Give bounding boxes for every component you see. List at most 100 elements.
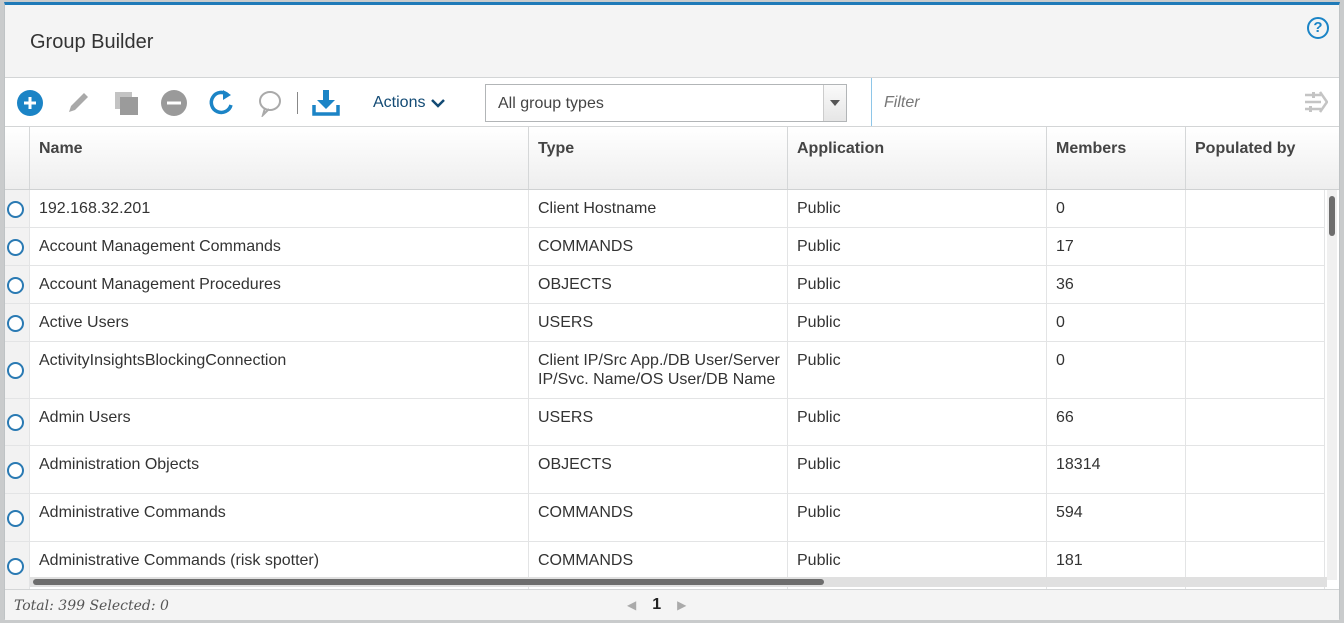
type-text-line: IP/Svc. Name/OS User/DB Name	[538, 371, 776, 388]
toolbar-separator	[297, 92, 298, 114]
type-text-line: Client Hostname	[538, 200, 657, 217]
cell-populated	[1186, 446, 1325, 493]
table-header: Name Type Application Members Populated …	[5, 127, 1339, 190]
table-row[interactable]: 192.168.32.201 Client Hostname Public 0	[5, 190, 1325, 228]
row-select-cell	[5, 342, 30, 398]
cell-application: Public	[788, 266, 1047, 303]
row-select-cell	[5, 494, 30, 541]
row-select-cell	[5, 190, 30, 227]
table-row[interactable]: Active Users USERS Public 0	[5, 304, 1325, 342]
vertical-scrollbar[interactable]	[1327, 190, 1337, 580]
cell-application: Public	[788, 228, 1047, 265]
table-row[interactable]: Account Management Procedures OBJECTS Publ…	[5, 266, 1325, 304]
name-text: Administrative Commands	[39, 504, 226, 521]
row-radio-button[interactable]	[7, 414, 24, 431]
members-text: 0	[1056, 200, 1065, 217]
horizontal-scrollbar[interactable]	[30, 577, 1327, 587]
add-icon[interactable]	[15, 88, 45, 118]
chevron-down-icon	[431, 99, 446, 108]
type-text-line: USERS	[538, 409, 594, 426]
copy-icon[interactable]	[111, 88, 141, 118]
row-radio-button[interactable]	[7, 201, 24, 218]
application-text: Public	[797, 276, 841, 293]
cell-type: USERS	[529, 399, 788, 445]
current-page[interactable]: 1	[652, 596, 661, 614]
cell-populated	[1186, 304, 1325, 341]
download-icon[interactable]	[311, 88, 341, 118]
remove-icon[interactable]	[159, 88, 189, 118]
cell-members: 18314	[1047, 446, 1186, 493]
cell-members: 66	[1047, 399, 1186, 445]
table-row[interactable]: Administration Objects OBJECTS Public 18314	[5, 446, 1325, 494]
name-text: 192.168.32.201	[39, 200, 151, 217]
group-type-select[interactable]: All group types	[485, 84, 847, 122]
column-header-application[interactable]: Application	[788, 127, 1047, 189]
members-text: 18314	[1056, 456, 1101, 473]
cell-members: 36	[1047, 266, 1186, 303]
column-header-populated-by[interactable]: Populated by	[1186, 127, 1339, 189]
actions-menu[interactable]: Actions	[373, 94, 446, 112]
filter-field[interactable]: Filter	[871, 78, 1340, 126]
type-text-line: USERS	[538, 314, 594, 331]
row-radio-button[interactable]	[7, 462, 24, 479]
prev-page-icon[interactable]: ◀	[627, 598, 636, 612]
cell-application: Public	[788, 190, 1047, 227]
cell-type: Client IP/Src App./DB User/Server IP/Svc.…	[529, 342, 788, 398]
cell-application: Public	[788, 399, 1047, 445]
column-header-members[interactable]: Members	[1047, 127, 1186, 189]
groups-table: Name Type Application Members Populated …	[5, 127, 1339, 589]
row-radio-button[interactable]	[7, 362, 24, 379]
edit-icon[interactable]	[63, 88, 93, 118]
type-text-line: COMMANDS	[538, 504, 634, 521]
column-header-type[interactable]: Type	[529, 127, 788, 189]
column-header-name[interactable]: Name	[30, 127, 529, 189]
status-text: Total: 399 Selected: 0	[14, 598, 169, 614]
cell-type: OBJECTS	[529, 446, 788, 493]
row-radio-button[interactable]	[7, 277, 24, 294]
dropdown-arrow-icon[interactable]	[823, 85, 846, 121]
members-text: 36	[1056, 276, 1074, 293]
cell-members: 17	[1047, 228, 1186, 265]
cell-type: USERS	[529, 304, 788, 341]
application-text: Public	[797, 200, 841, 217]
type-text-line: COMMANDS	[538, 552, 634, 569]
application-text: Public	[797, 314, 841, 331]
table-row[interactable]: ActivityInsightsBlockingConnection Client…	[5, 342, 1325, 399]
vertical-scroll-thumb[interactable]	[1329, 196, 1335, 236]
application-text: Public	[797, 409, 841, 426]
cell-application: Public	[788, 342, 1047, 398]
row-radio-button[interactable]	[7, 558, 24, 575]
row-radio-button[interactable]	[7, 510, 24, 527]
table-row[interactable]: Administrative Commands COMMANDS Public 594	[5, 494, 1325, 542]
cell-populated	[1186, 399, 1325, 445]
refresh-icon[interactable]	[207, 88, 237, 118]
filter-placeholder: Filter	[884, 94, 920, 111]
comment-icon[interactable]	[255, 88, 285, 118]
cell-name: 192.168.32.201	[30, 190, 529, 227]
cell-populated	[1186, 342, 1325, 398]
members-text: 594	[1056, 504, 1083, 521]
application-text: Public	[797, 456, 841, 473]
cell-type: Client Hostname	[529, 190, 788, 227]
cell-type: COMMANDS	[529, 494, 788, 541]
table-row[interactable]: Admin Users USERS Public 66	[5, 399, 1325, 446]
table-row[interactable]: Account Management Commands COMMANDS Publi…	[5, 228, 1325, 266]
row-select-cell	[5, 446, 30, 493]
cell-members: 0	[1047, 304, 1186, 341]
next-page-icon[interactable]: ▶	[677, 598, 686, 612]
horizontal-scroll-thumb[interactable]	[33, 579, 824, 585]
row-radio-button[interactable]	[7, 315, 24, 332]
name-text: Admin Users	[39, 409, 131, 426]
help-icon[interactable]: ?	[1307, 17, 1329, 39]
row-radio-button[interactable]	[7, 239, 24, 256]
members-text: 0	[1056, 314, 1065, 331]
page-title: Group Builder	[30, 31, 154, 53]
type-text-line: OBJECTS	[538, 456, 612, 473]
cell-type: OBJECTS	[529, 266, 788, 303]
application-text: Public	[797, 504, 841, 521]
filter-settings-icon[interactable]	[1304, 91, 1329, 118]
cell-members: 0	[1047, 190, 1186, 227]
cell-name: Account Management Commands	[30, 228, 529, 265]
application-text: Public	[797, 352, 841, 369]
select-column-header	[5, 127, 30, 189]
